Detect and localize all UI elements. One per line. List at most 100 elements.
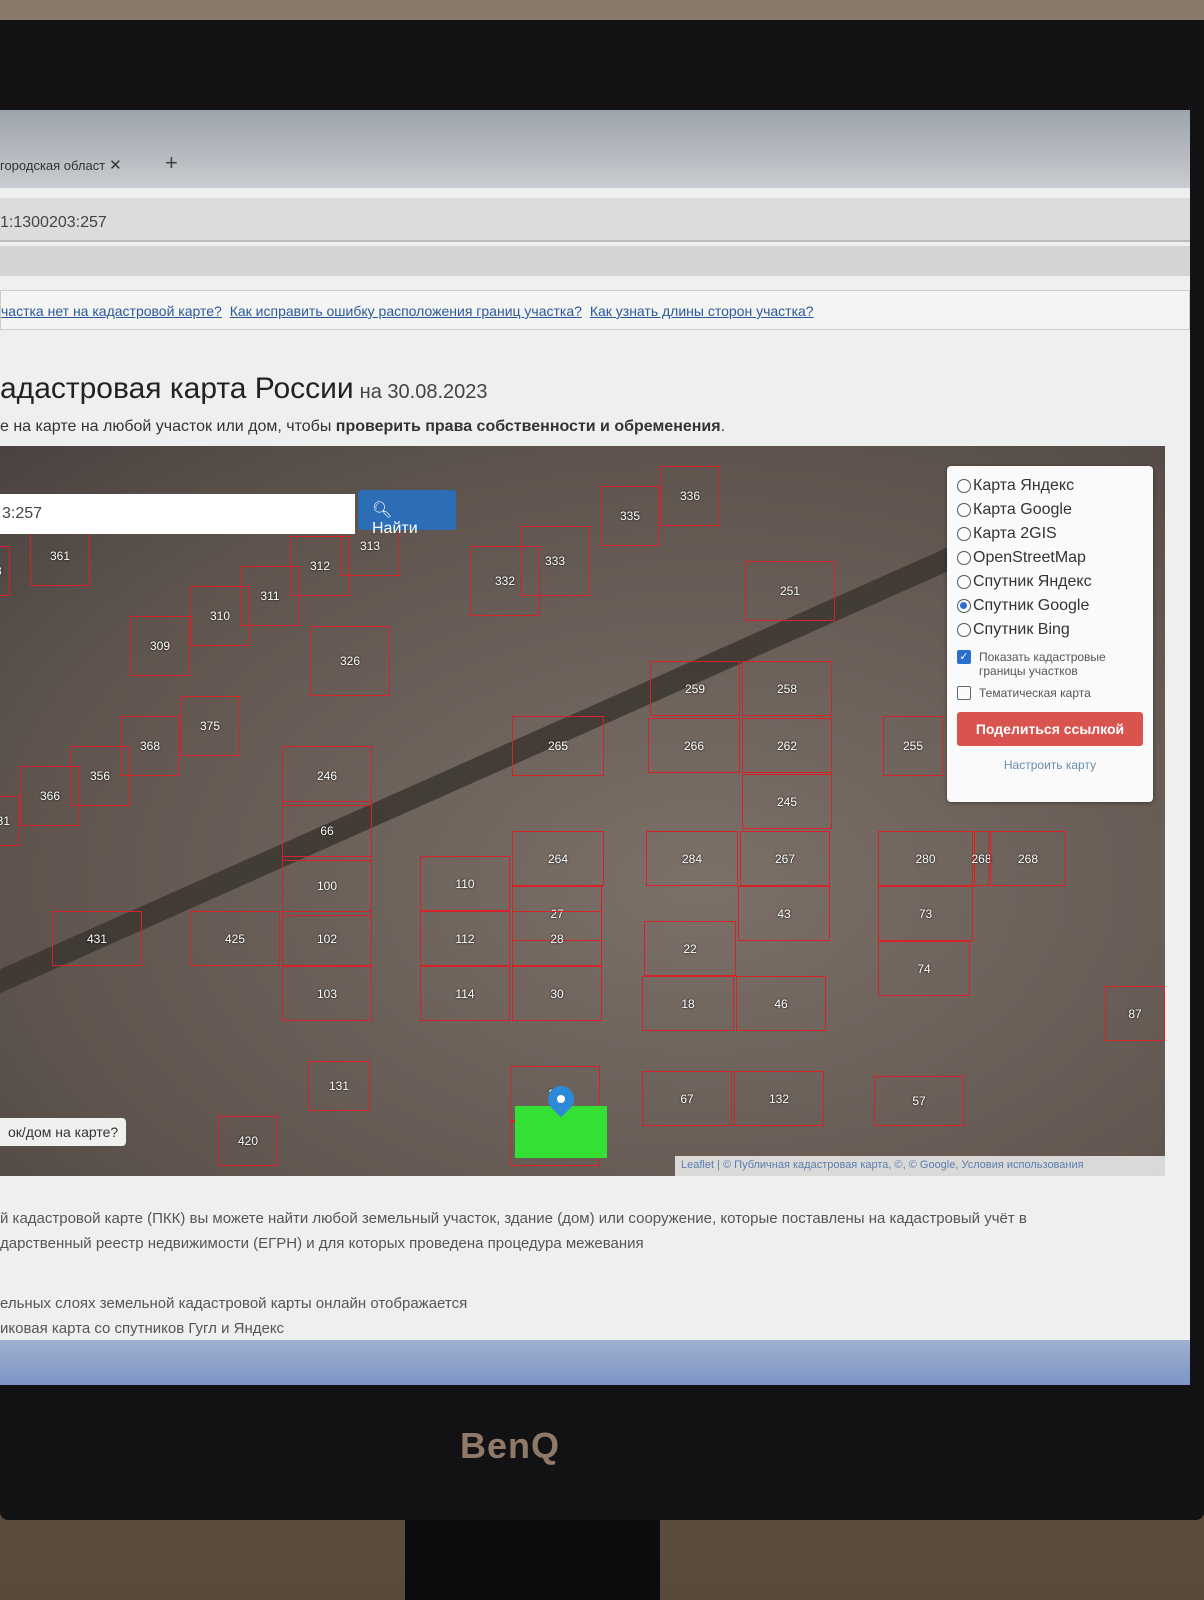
parcel-number: 66	[320, 824, 334, 838]
parcel-number: 309	[149, 639, 171, 653]
radio-icon[interactable]	[957, 575, 971, 589]
subtitle-bold: проверить права собственности и обремене…	[335, 418, 721, 435]
help-links: частка нет на кадастровой карте? Как исп…	[0, 290, 1190, 330]
link-side-lengths[interactable]: Как узнать длины сторон участка?	[590, 303, 814, 319]
parcel-number: 258	[776, 681, 798, 696]
layer-option[interactable]: OpenStreetMap	[957, 546, 1143, 570]
layer-option[interactable]: Карта Яндекс	[957, 474, 1143, 498]
new-tab-button[interactable]: +	[165, 150, 178, 176]
parcel-number: 251	[779, 584, 801, 598]
parcel-number: 22	[683, 941, 697, 956]
parcel-number: 268	[1017, 851, 1039, 866]
subtitle-end: .	[720, 418, 726, 435]
parcel-number: 280	[915, 851, 936, 866]
title-text: адастровая карта России	[0, 372, 354, 405]
parcel-number: 310	[209, 609, 231, 623]
link-not-on-map[interactable]: частка нет на кадастровой карте?	[1, 303, 222, 319]
parcel-number: 313	[359, 539, 381, 553]
parcel-number: 255	[902, 739, 924, 753]
layer-option[interactable]: Спутник Google	[957, 594, 1143, 618]
checkbox-icon[interactable]	[957, 686, 971, 700]
share-link-button[interactable]: Поделиться ссылкой	[957, 712, 1143, 746]
layer-label: Карта Яндекс	[973, 477, 1075, 494]
checkbox-label: Показать кадастровые границы участков	[979, 650, 1106, 678]
description-line: й кадастровой карте (ПКК) вы можете найт…	[0, 1210, 1027, 1227]
checkbox-icon[interactable]: ✓	[957, 650, 971, 664]
parcel-number: 335	[619, 509, 641, 523]
find-label: Найти	[372, 520, 418, 537]
layer-label: OpenStreetMap	[973, 549, 1086, 566]
show-borders-checkbox[interactable]: ✓ Показать кадастровые границы участков	[957, 650, 1143, 678]
radio-icon[interactable]	[957, 623, 971, 637]
radio-icon[interactable]	[957, 599, 971, 613]
monitor-logo: BenQ	[460, 1425, 561, 1466]
parcel-number: 30	[550, 986, 564, 1001]
layer-option[interactable]: Карта Google	[957, 498, 1143, 522]
site-nav	[0, 246, 1190, 276]
link-fix-border-error[interactable]: Как исправить ошибку расположения границ…	[230, 303, 582, 319]
title-date: на 30.08.2023	[359, 381, 488, 403]
layer-option[interactable]: Спутник Яндекс	[957, 570, 1143, 594]
parcel-number: 375	[199, 719, 221, 733]
parcel-number: 265	[547, 739, 569, 753]
radio-icon[interactable]	[957, 527, 971, 541]
layer-option[interactable]: Спутник Bing	[957, 618, 1143, 642]
description-line: иковая карта со спутников Гугл и Яндекс	[0, 1320, 285, 1337]
page-subtitle: е на карте на любой участок или дом, что…	[0, 418, 725, 436]
help-button[interactable]: ок/дом на карте?	[0, 1118, 127, 1146]
parcel-number: 333	[544, 554, 566, 568]
address-bar[interactable]: 1:1300203:257	[0, 198, 1190, 242]
subtitle-text: е на карте на любой участок или дом, что…	[0, 418, 336, 435]
parcel-number: 331	[0, 814, 11, 828]
layer-label: Карта 2GIS	[973, 525, 1057, 542]
layer-label: Карта Google	[973, 501, 1072, 518]
parcel-number: 368	[139, 739, 161, 753]
tab-bar: городская област ✕ +	[0, 110, 1190, 188]
description-line: дарственный реестр недвижимости (ЕГРН) и…	[0, 1235, 644, 1252]
parcel-number: 43	[0, 564, 2, 578]
parcel-number: 262	[776, 738, 798, 753]
layer-option[interactable]: Карта 2GIS	[957, 522, 1143, 546]
parcel-number: 74	[917, 961, 931, 976]
cadastral-map[interactable]: 361 43 313 312 311 310 309 326 375 368 356 366 331 33…	[0, 446, 1165, 1176]
find-button[interactable]: 🔍︎ Найти	[358, 490, 456, 537]
parcel-number: 266	[683, 738, 705, 753]
parcel-number: 361	[49, 549, 71, 563]
parcel-number: 312	[309, 559, 331, 573]
parcel-number: 259	[684, 681, 706, 696]
parcel-number: 268	[971, 851, 992, 866]
parcel-number: 267	[774, 851, 796, 866]
layer-label: Спутник Bing	[973, 621, 1070, 638]
parcel-number: 46	[774, 996, 788, 1011]
parcel-number: 326	[339, 654, 361, 668]
url-text: 1:1300203:257	[0, 214, 107, 231]
search-input[interactable]: 3:257	[0, 494, 355, 534]
thematic-checkbox[interactable]: Тематическая карта	[957, 686, 1143, 700]
layer-control: Карта Яндекс Карта Google Карта 2GIS OpenSt…	[947, 466, 1153, 802]
parcel-number: 132	[768, 1091, 790, 1106]
parcel-number: 100	[316, 879, 338, 893]
radio-icon[interactable]	[957, 551, 971, 565]
parcel-number: 420	[237, 1134, 259, 1148]
radio-icon[interactable]	[957, 503, 971, 517]
parcel-number: 311	[260, 589, 280, 603]
parcel-number: 356	[89, 769, 111, 783]
page-title: адастровая карта России на 30.08.2023	[0, 372, 488, 406]
parcel-number: 245	[776, 794, 798, 809]
parcel-number: 102	[316, 931, 338, 946]
map-attribution: Leaflet | © Публичная кадастровая карта,…	[675, 1156, 1165, 1176]
taskbar	[0, 1340, 1190, 1385]
radio-icon[interactable]	[957, 479, 971, 493]
parcel-number: 103	[316, 986, 338, 1001]
parcel-number: 431	[86, 931, 108, 946]
browser-tab[interactable]: городская област ✕	[0, 156, 122, 174]
parcel-number: 112	[455, 931, 475, 946]
layer-label: Спутник Google	[973, 597, 1090, 614]
parcel-number: 43	[777, 906, 791, 921]
parcel-number: 114	[455, 986, 475, 1001]
parcel-number: 87	[1128, 1006, 1142, 1021]
tab-title: городская област	[0, 158, 106, 173]
configure-map-link[interactable]: Настроить карту	[957, 758, 1143, 772]
close-tab-icon[interactable]: ✕	[109, 157, 122, 174]
parcel-number: 336	[679, 489, 701, 503]
